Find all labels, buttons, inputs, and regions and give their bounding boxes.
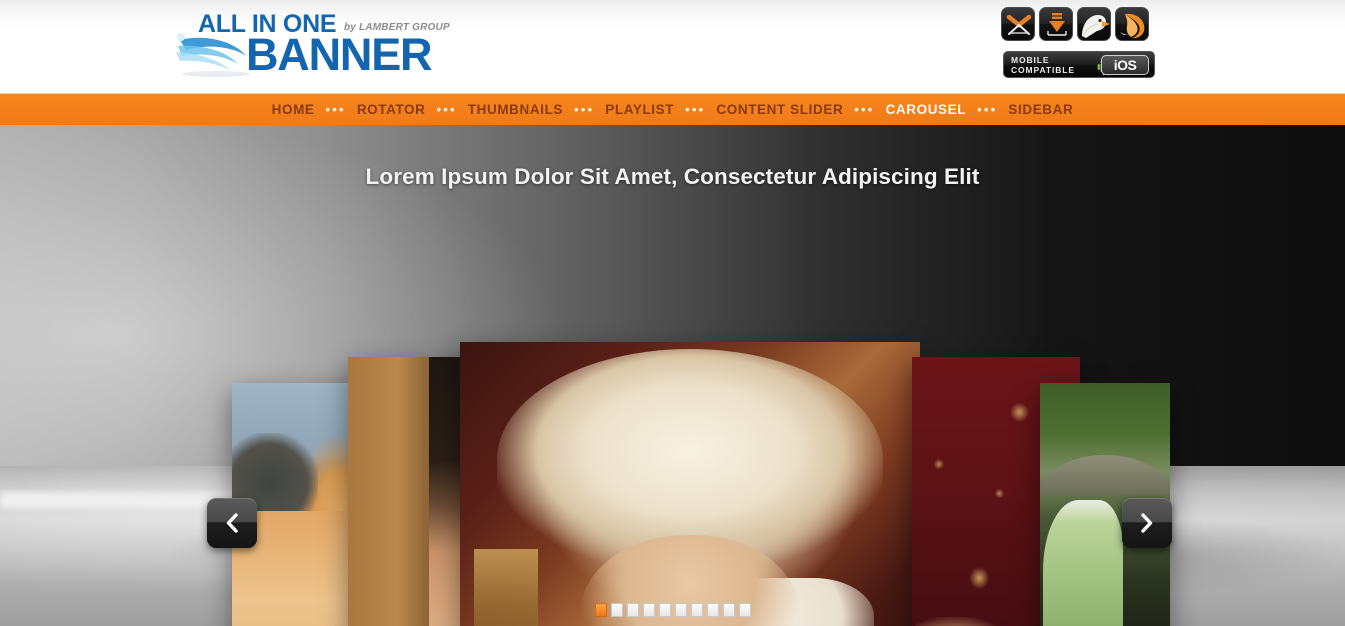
carousel-slide-3-active[interactable] bbox=[460, 342, 920, 626]
pagination-dot-10[interactable] bbox=[738, 603, 751, 617]
nav-separator: ••• bbox=[977, 102, 998, 117]
eagle-bird-icon bbox=[1077, 7, 1111, 41]
nav-item-thumbnails[interactable]: THUMBNAILS bbox=[466, 102, 565, 117]
nav-separator: ••• bbox=[574, 102, 595, 117]
chevron-right-icon bbox=[1141, 513, 1153, 533]
pagination-dot-6[interactable] bbox=[674, 603, 687, 617]
carousel-stage: Lorem Ipsum Dolor Sit Amet, Consectetur … bbox=[0, 125, 1345, 626]
nav-separator: ••• bbox=[854, 102, 875, 117]
pagination-dot-1[interactable] bbox=[594, 603, 607, 617]
pagination-dot-9[interactable] bbox=[722, 603, 735, 617]
nav-item-home[interactable]: HOME bbox=[270, 102, 317, 117]
browser-icon-row bbox=[1001, 7, 1149, 41]
page-root: ALL IN ONE by LAMBERT GROUP BANNER MOBIL… bbox=[0, 0, 1345, 626]
logo-line-2: BANNER bbox=[246, 29, 433, 80]
pagination-dot-5[interactable] bbox=[658, 603, 671, 617]
pagination-dot-3[interactable] bbox=[626, 603, 639, 617]
slide-image-3 bbox=[460, 342, 920, 626]
ios-badge-label: iOS bbox=[1101, 55, 1149, 75]
nav-separator: ••• bbox=[436, 102, 457, 117]
nav-item-list: HOME ••• ROTATOR ••• THUMBNAILS ••• PLAY… bbox=[270, 102, 1076, 117]
site-logo[interactable]: ALL IN ONE by LAMBERT GROUP BANNER bbox=[172, 4, 502, 86]
compatibility-badges: MOBILE COMPATIBLE iOS bbox=[1001, 7, 1163, 79]
mobile-compatible-label: MOBILE COMPATIBLE bbox=[1011, 54, 1075, 75]
nav-item-sidebar[interactable]: SIDEBAR bbox=[1006, 102, 1075, 117]
pagination-dot-4[interactable] bbox=[642, 603, 655, 617]
pagination-dot-2[interactable] bbox=[610, 603, 623, 617]
pagination-dot-8[interactable] bbox=[706, 603, 719, 617]
mobile-compatible-badge: MOBILE COMPATIBLE iOS bbox=[1003, 51, 1155, 78]
site-header: ALL IN ONE by LAMBERT GROUP BANNER MOBIL… bbox=[0, 0, 1345, 93]
nav-item-carousel[interactable]: CAROUSEL bbox=[884, 102, 969, 117]
carousel-title: Lorem Ipsum Dolor Sit Amet, Consectetur … bbox=[365, 164, 980, 189]
chevron-left-icon bbox=[226, 513, 238, 533]
carousel-pagination bbox=[0, 603, 1345, 617]
nav-item-content-slider[interactable]: CONTENT SLIDER bbox=[714, 102, 845, 117]
carousel-prev-button[interactable] bbox=[207, 498, 257, 548]
cross-x-icon bbox=[1001, 7, 1035, 41]
main-navigation: HOME ••• ROTATOR ••• THUMBNAILS ••• PLAY… bbox=[0, 93, 1345, 125]
nav-separator: ••• bbox=[685, 102, 706, 117]
nav-item-rotator[interactable]: ROTATOR bbox=[355, 102, 428, 117]
pagination-dot-7[interactable] bbox=[690, 603, 703, 617]
nav-item-playlist[interactable]: PLAYLIST bbox=[603, 102, 676, 117]
nav-separator: ••• bbox=[325, 102, 346, 117]
firefox-flame-icon bbox=[1115, 7, 1149, 41]
download-arrow-icon bbox=[1039, 7, 1073, 41]
carousel-next-button[interactable] bbox=[1122, 498, 1172, 548]
